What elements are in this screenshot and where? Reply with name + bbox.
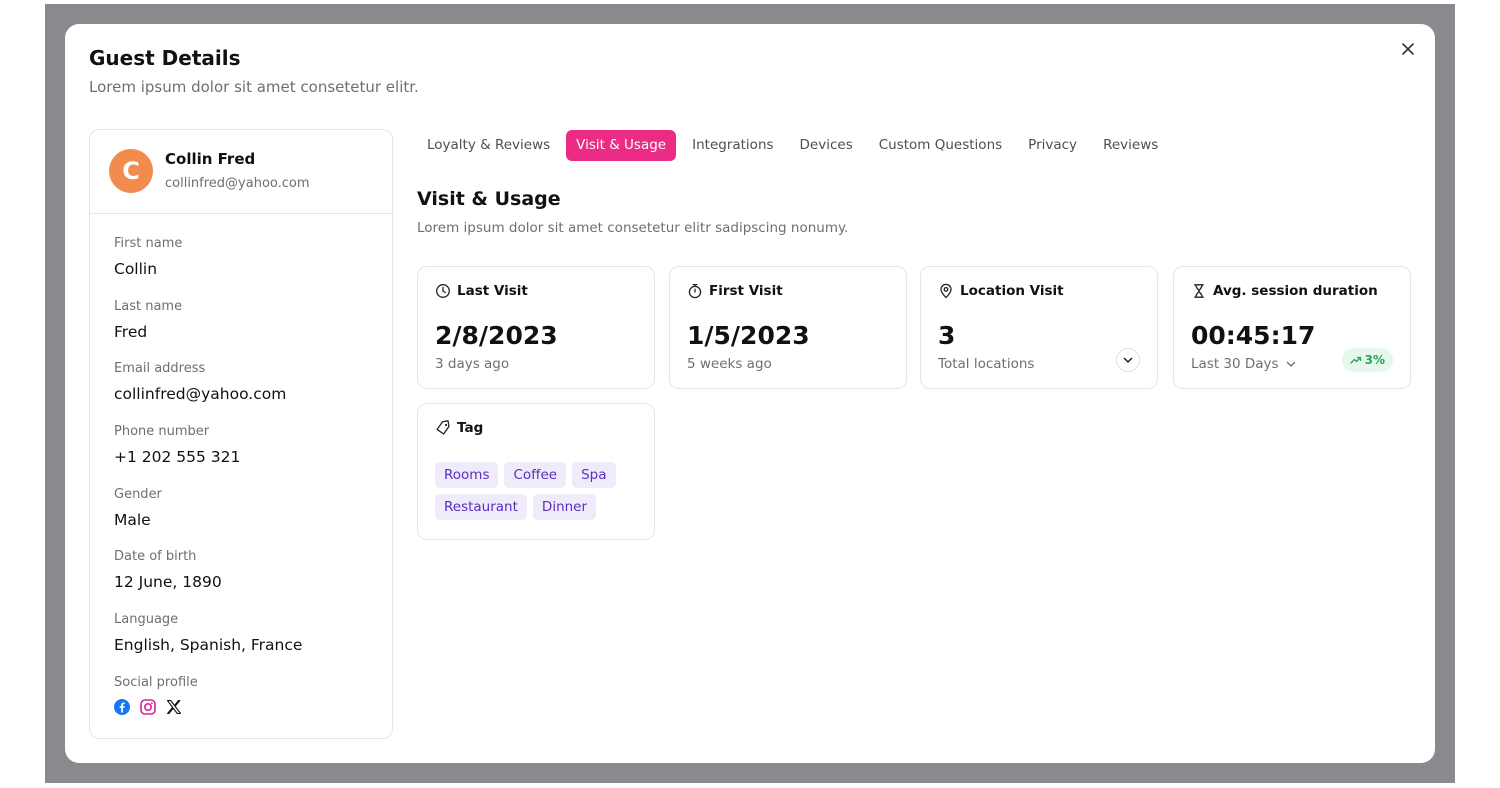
guest-email: collinfred@yahoo.com xyxy=(165,176,310,191)
card-sub: 5 weeks ago xyxy=(687,356,772,372)
card-label: Last Visit xyxy=(457,283,528,299)
card-header: Location Visit xyxy=(938,283,1064,299)
field-value: collinfred@yahoo.com xyxy=(114,385,287,404)
guest-name: Collin Fred xyxy=(165,150,256,168)
field-label: Date of birth xyxy=(114,549,197,565)
period-dropdown[interactable]: Last 30 Days xyxy=(1191,356,1297,372)
tab-devices[interactable]: Devices xyxy=(790,130,863,161)
tab-integrations[interactable]: Integrations xyxy=(682,130,783,161)
card-header: Last Visit xyxy=(435,283,528,299)
field-value: 12 June, 1890 xyxy=(114,573,222,592)
avg-session-value: 00:45:17 xyxy=(1191,321,1316,350)
location-sub: Total locations xyxy=(938,356,1034,372)
field-last-name: Last name Fred xyxy=(114,299,302,362)
tag-chip[interactable]: Rooms xyxy=(435,462,499,488)
tab-privacy[interactable]: Privacy xyxy=(1018,130,1087,161)
tab-loyalty-reviews[interactable]: Loyalty & Reviews xyxy=(417,130,560,161)
chevron-down-icon xyxy=(1286,361,1295,367)
trend-value: 3% xyxy=(1364,353,1385,367)
modal-subtitle: Lorem ipsum dolor sit amet consetetur el… xyxy=(89,78,419,96)
modal-title: Guest Details xyxy=(89,46,241,70)
tag-chip[interactable]: Coffee xyxy=(504,462,567,488)
profile-fields: First name Collin Last name Fred Email a… xyxy=(114,236,302,738)
social-links xyxy=(114,698,302,715)
card-header: First Visit xyxy=(687,283,783,299)
chevron-down-icon xyxy=(1123,357,1133,363)
facebook-icon[interactable] xyxy=(114,698,130,715)
period-label: Last 30 Days xyxy=(1191,356,1279,372)
field-first-name: First name Collin xyxy=(114,236,302,299)
x-icon[interactable] xyxy=(166,699,182,715)
field-value: English, Spanish, France xyxy=(114,636,303,655)
field-social-profile: Social profile xyxy=(114,675,302,738)
first-visit-relative: 5 weeks ago xyxy=(687,356,772,372)
hourglass-icon xyxy=(1194,284,1204,298)
field-label: Phone number xyxy=(114,424,210,440)
field-label: Email address xyxy=(114,361,206,377)
profile-header: C Collin Fred collinfred@yahoo.com xyxy=(90,130,392,214)
field-email: Email address collinfred@yahoo.com xyxy=(114,361,302,424)
expand-locations-button[interactable] xyxy=(1116,348,1140,372)
tag-list: Rooms Coffee Spa Restaurant Dinner xyxy=(435,462,635,520)
field-date-of-birth: Date of birth 12 June, 1890 xyxy=(114,549,302,612)
card-label: Location Visit xyxy=(960,283,1064,299)
field-value: Male xyxy=(114,510,151,529)
avatar: C xyxy=(109,149,153,193)
field-value: +1 202 555 321 xyxy=(114,448,241,467)
last-visit-relative: 3 days ago xyxy=(435,356,509,372)
last-visit-card: Last Visit 2/8/2023 3 days ago xyxy=(417,266,655,389)
guest-details-modal: Guest Details Lorem ipsum dolor sit amet… xyxy=(65,24,1435,763)
field-gender: Gender Male xyxy=(114,487,302,550)
field-phone: Phone number +1 202 555 321 xyxy=(114,424,302,487)
card-label: First Visit xyxy=(709,283,783,299)
tag-chip[interactable]: Restaurant xyxy=(435,494,527,520)
field-label: Last name xyxy=(114,298,183,314)
card-header: Avg. session duration xyxy=(1191,283,1378,299)
field-label: First name xyxy=(114,236,183,251)
field-value: Fred xyxy=(114,322,148,341)
map-pin-icon xyxy=(940,283,952,299)
trend-badge: 3% xyxy=(1341,348,1393,372)
section-title: Visit & Usage xyxy=(417,188,561,210)
clock-icon xyxy=(436,284,450,298)
tag-icon xyxy=(436,420,450,435)
tab-custom-questions[interactable]: Custom Questions xyxy=(869,130,1012,161)
tag-chip[interactable]: Spa xyxy=(572,462,616,488)
last-visit-date: 2/8/2023 xyxy=(435,321,558,350)
tab-reviews[interactable]: Reviews xyxy=(1093,130,1168,161)
location-visit-card: Location Visit 3 Total locations xyxy=(920,266,1158,389)
field-label: Social profile xyxy=(114,674,198,690)
card-label: Avg. session duration xyxy=(1213,283,1378,299)
instagram-icon[interactable] xyxy=(140,699,156,715)
stopwatch-icon xyxy=(688,283,702,299)
first-visit-date: 1/5/2023 xyxy=(687,321,810,350)
trending-up-icon xyxy=(1349,356,1361,364)
close-button[interactable] xyxy=(1397,38,1419,60)
field-label: Language xyxy=(114,612,179,628)
field-label: Gender xyxy=(114,486,162,502)
tab-visit-usage[interactable]: Visit & Usage xyxy=(566,130,677,161)
guest-profile-panel: C Collin Fred collinfred@yahoo.com First… xyxy=(89,129,393,739)
tab-bar: Loyalty & Reviews Visit & Usage Integrat… xyxy=(417,130,1168,161)
card-sub: 3 days ago xyxy=(435,356,510,372)
location-count: 3 xyxy=(938,321,956,350)
field-value: Collin xyxy=(114,260,158,278)
first-visit-card: First Visit 1/5/2023 5 weeks ago xyxy=(669,266,907,389)
card-header: Tag xyxy=(435,420,483,436)
section-subtitle: Lorem ipsum dolor sit amet consetetur el… xyxy=(417,220,849,236)
close-icon xyxy=(1402,43,1414,55)
field-language: Language English, Spanish, France xyxy=(114,612,302,675)
tag-card: Tag Rooms Coffee Spa Restaurant Dinner xyxy=(417,403,655,540)
card-sub: Total locations xyxy=(938,356,1035,372)
tag-chip[interactable]: Dinner xyxy=(532,494,597,520)
card-label: Tag xyxy=(457,420,484,436)
avg-session-card: Avg. session duration 00:45:17 Last 30 D… xyxy=(1173,266,1411,389)
